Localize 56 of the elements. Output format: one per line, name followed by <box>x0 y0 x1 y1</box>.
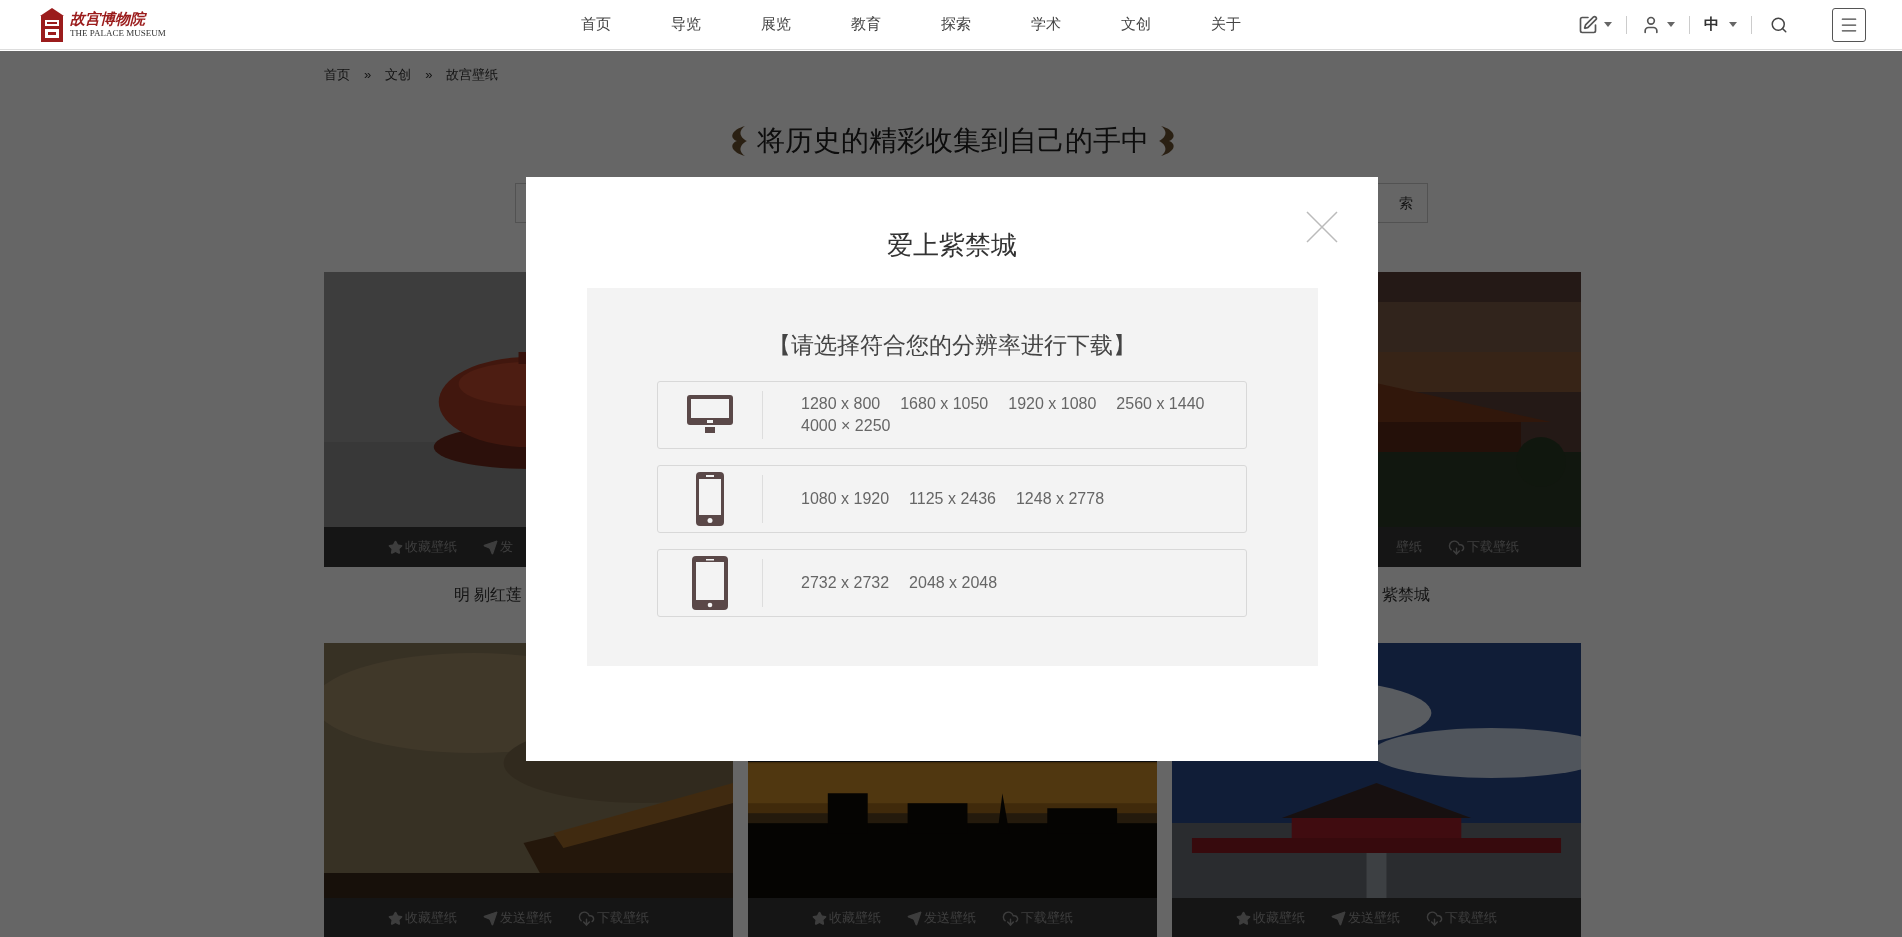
edit-icon <box>1578 14 1598 35</box>
nav-link[interactable]: 导览 <box>671 13 701 36</box>
panel-heading: 【请选择符合您的分辨率进行下载】 <box>768 334 1136 357</box>
breadcrumb-link[interactable]: 首页 <box>324 65 350 85</box>
nav-link[interactable]: 关于 <box>1211 13 1241 36</box>
ornament-icon <box>1158 126 1177 156</box>
star-icon <box>812 910 827 926</box>
resolution-link[interactable]: 2048 x 2048 <box>909 575 998 591</box>
nav-link[interactable]: 文创 <box>1121 13 1151 36</box>
resolution-link[interactable]: 1680 x 1050 <box>900 396 989 412</box>
resolution-link[interactable]: 1280 x 800 <box>801 396 881 412</box>
language-menu[interactable]: 中 <box>1690 13 1751 36</box>
download-icon <box>1002 909 1019 927</box>
nav-link[interactable]: 探索 <box>941 13 971 36</box>
star-icon <box>388 539 403 555</box>
download-icon <box>1448 538 1465 556</box>
breadcrumb-link[interactable]: 文创 <box>385 65 412 85</box>
breadcrumb-link[interactable]: 故宫壁纸 <box>446 65 499 85</box>
dialog-title: 爱上紫禁城 <box>887 232 1017 258</box>
resolution-link[interactable]: 1125 x 2436 <box>909 491 996 507</box>
resolution-link[interactable]: 1248 x 2778 <box>1015 491 1105 507</box>
caret-icon <box>1729 22 1737 27</box>
close-icon <box>1306 211 1338 243</box>
download-icon <box>1426 909 1443 927</box>
user-icon <box>1641 14 1661 35</box>
send-icon <box>483 910 498 926</box>
nav-link[interactable]: 展览 <box>761 13 791 36</box>
logo-name[interactable]: 故宫博物院 <box>70 11 166 27</box>
nav-link[interactable]: 首页 <box>581 13 611 36</box>
menu-button[interactable] <box>1832 7 1866 42</box>
caret-icon <box>1667 22 1675 27</box>
star-icon <box>388 910 403 926</box>
monitor-icon <box>687 395 733 435</box>
page-heading: 将历史的精彩收集到自己的手中 <box>756 124 1149 158</box>
search-icon <box>1770 15 1788 34</box>
card-caption[interactable]: 明 剔红莲 <box>454 583 523 607</box>
caret-icon <box>1604 22 1612 27</box>
nav-link[interactable]: 教育 <box>851 13 881 36</box>
logo-icon <box>40 7 64 42</box>
resolution-link[interactable]: 4000 × 2250 <box>801 418 891 434</box>
breadcrumb-separator: » <box>364 66 372 85</box>
card-caption[interactable]: 紫禁城 <box>1382 583 1430 607</box>
breadcrumb-separator: » <box>425 66 433 85</box>
nav-link[interactable]: 学术 <box>1031 13 1061 36</box>
phone-icon <box>696 472 724 526</box>
download-icon <box>578 909 595 927</box>
star-icon <box>1236 910 1251 926</box>
logo-subtitle: THE PALACE MUSEUM <box>70 28 166 38</box>
resolution-link[interactable]: 1080 x 1920 <box>801 491 890 507</box>
resolution-link[interactable]: 1920 x 1080 <box>1008 396 1097 412</box>
send-icon <box>1331 910 1346 926</box>
send-icon <box>483 539 498 555</box>
tablet-icon <box>692 556 728 610</box>
send-icon <box>907 910 922 926</box>
resolution-link[interactable]: 2560 x 1440 <box>1116 396 1205 412</box>
resolution-link[interactable]: 2732 x 2732 <box>801 575 890 591</box>
